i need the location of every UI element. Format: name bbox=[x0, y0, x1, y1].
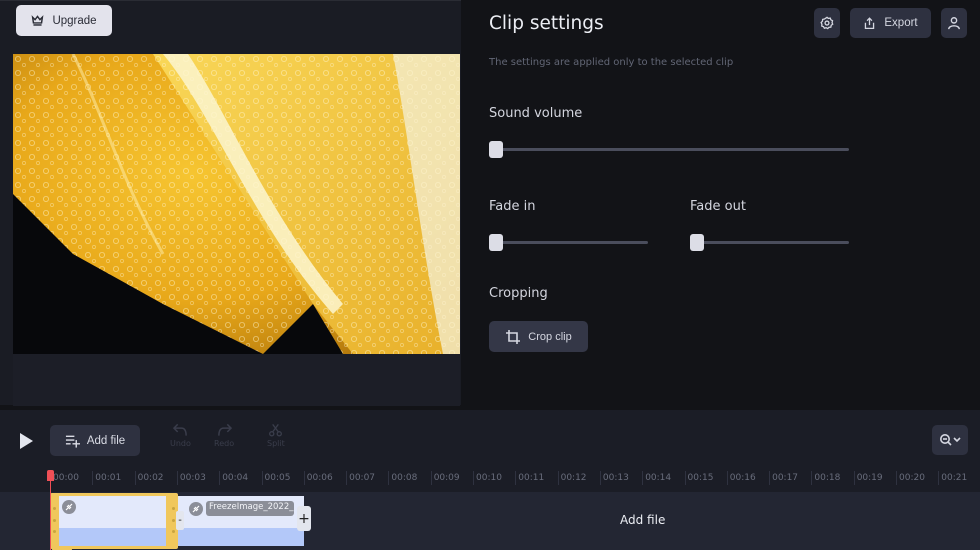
ruler-tick: 00:14 bbox=[642, 471, 671, 485]
crop-clip-button[interactable]: Crop clip bbox=[489, 321, 588, 352]
add-clip-button[interactable]: + bbox=[297, 506, 311, 531]
add-list-icon bbox=[65, 435, 80, 448]
clip-trim-handle-right[interactable] bbox=[172, 507, 175, 533]
video-preview[interactable] bbox=[13, 54, 460, 354]
ruler-tick: 00:16 bbox=[726, 471, 756, 485]
timeline-ruler[interactable]: 00:00 00:01 00:02 00:03 00:04 00:05 00:06 00:07… bbox=[0, 466, 980, 492]
split-label: Split bbox=[267, 439, 285, 448]
ruler-tick: 00:06 bbox=[303, 471, 333, 485]
redo-button[interactable]: Redo bbox=[214, 423, 234, 448]
redo-label: Redo bbox=[214, 439, 235, 448]
undo-button[interactable]: Undo bbox=[170, 423, 191, 448]
fade-out-label: Fade out bbox=[690, 199, 746, 214]
ruler-tick: 00:08 bbox=[388, 471, 417, 485]
zoom-out-icon bbox=[940, 434, 961, 446]
track-add-file[interactable]: Add file bbox=[620, 513, 665, 527]
ruler-tick: 00:12 bbox=[557, 471, 587, 485]
clip-gap-handle[interactable]: - bbox=[176, 511, 184, 530]
add-file-label: Add file bbox=[86, 434, 126, 447]
slider-track bbox=[690, 241, 849, 244]
top-actions: Export bbox=[814, 8, 967, 38]
ruler-tick: 00:21 bbox=[938, 471, 967, 485]
video-frame-image bbox=[13, 54, 460, 354]
fade-in-label: Fade in bbox=[489, 199, 536, 214]
video-editor-app: Upgrade Clip settings The settings are a… bbox=[0, 0, 980, 550]
ruler-tick: 00:01 bbox=[92, 471, 121, 485]
ruler-tick: 00:20 bbox=[896, 471, 925, 485]
playhead-line bbox=[50, 480, 51, 550]
gear-icon bbox=[820, 16, 834, 30]
no-audio-icon bbox=[62, 500, 76, 514]
ruler-tick: 00:07 bbox=[346, 471, 375, 485]
crop-icon bbox=[506, 329, 521, 344]
clip-thumbnail bbox=[59, 496, 166, 546]
sound-volume-slider[interactable] bbox=[489, 141, 849, 158]
slider-track bbox=[489, 148, 849, 151]
scissors-icon bbox=[269, 423, 283, 437]
export-label: Export bbox=[884, 17, 918, 29]
ruler-tick: 00:05 bbox=[261, 471, 290, 485]
no-audio-icon bbox=[189, 502, 203, 516]
sound-volume-label: Sound volume bbox=[489, 106, 583, 121]
upgrade-label: Upgrade bbox=[52, 14, 97, 27]
ruler-tick: 00:00 bbox=[50, 471, 79, 485]
ruler-tick: 00:15 bbox=[684, 471, 713, 485]
add-file-button[interactable]: Add file bbox=[50, 425, 140, 456]
timeline-zoom-button[interactable] bbox=[932, 425, 968, 455]
clip-settings-panel: Clip settings The settings are applied o… bbox=[461, 0, 980, 410]
crop-clip-label: Crop clip bbox=[528, 330, 572, 343]
settings-button[interactable] bbox=[814, 8, 840, 38]
slider-track bbox=[489, 241, 648, 244]
clip-audio-strip bbox=[59, 528, 166, 546]
undo-icon bbox=[172, 423, 187, 436]
clip-selected[interactable] bbox=[50, 493, 178, 549]
user-icon bbox=[948, 17, 960, 30]
ruler-tick: 00:13 bbox=[599, 471, 629, 485]
split-button[interactable]: Split bbox=[267, 423, 285, 448]
fade-in-slider[interactable] bbox=[489, 234, 648, 251]
export-button[interactable]: Export bbox=[850, 8, 931, 38]
preview-letterbox bbox=[13, 354, 460, 406]
settings-subtitle: The settings are applied only to the sel… bbox=[489, 57, 734, 68]
ruler-tick: 00:03 bbox=[176, 471, 206, 485]
upgrade-button[interactable]: Upgrade bbox=[16, 5, 112, 36]
page-title: Clip settings bbox=[489, 13, 604, 34]
cropping-label: Cropping bbox=[489, 286, 548, 301]
preview-pane: Upgrade bbox=[0, 0, 461, 406]
timeline: Add file Undo Redo Split 00:00 00:01 00:… bbox=[0, 410, 980, 550]
ruler-tick: 00:18 bbox=[811, 471, 840, 485]
clip-trim-handle-left[interactable] bbox=[53, 507, 56, 533]
timeline-toolbar: Add file Undo Redo Split bbox=[0, 410, 980, 466]
upload-icon bbox=[865, 16, 875, 29]
ruler-tick: 00:19 bbox=[853, 471, 883, 485]
clip-audio-strip bbox=[178, 528, 304, 546]
clip-freeze-image[interactable]: FreezeImage_2022_0 bbox=[178, 496, 304, 546]
ruler-tick: 00:09 bbox=[430, 471, 460, 485]
play-icon[interactable] bbox=[18, 432, 34, 450]
slider-thumb[interactable] bbox=[489, 141, 503, 158]
ruler-tick: 00:10 bbox=[473, 471, 502, 485]
crown-icon bbox=[32, 15, 44, 26]
account-button[interactable] bbox=[941, 8, 967, 38]
undo-label: Undo bbox=[170, 439, 191, 448]
video-track[interactable]: FreezeImage_2022_0 - + Add file bbox=[0, 492, 980, 550]
ruler-tick: 00:02 bbox=[134, 471, 164, 485]
slider-thumb[interactable] bbox=[690, 234, 704, 251]
fade-out-slider[interactable] bbox=[690, 234, 849, 251]
redo-icon bbox=[217, 423, 232, 436]
ruler-tick: 00:17 bbox=[769, 471, 798, 485]
ruler-tick: 00:11 bbox=[515, 471, 544, 485]
slider-thumb[interactable] bbox=[489, 234, 503, 251]
ruler-tick: 00:04 bbox=[219, 471, 248, 485]
clip-name: FreezeImage_2022_0 bbox=[206, 501, 294, 516]
